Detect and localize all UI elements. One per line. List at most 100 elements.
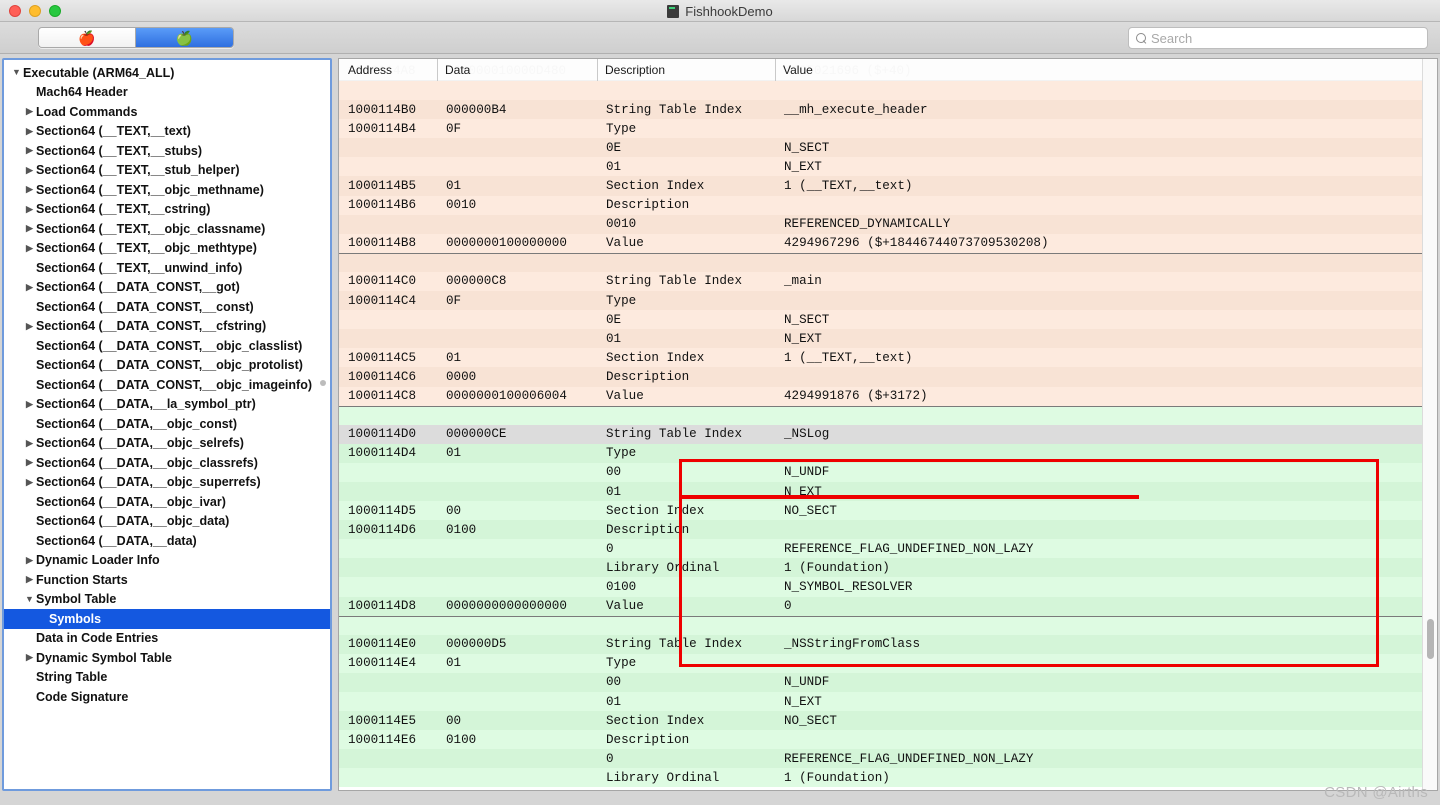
table-row[interactable]: [339, 252, 1437, 272]
table-row[interactable]: 0010 REFERENCED_DYNAMICALLY: [339, 214, 1437, 234]
table-scrollbar-thumb[interactable]: [1427, 619, 1434, 659]
chevron-right-icon[interactable]: ▶: [23, 321, 36, 331]
sidebar-item[interactable]: Section64 (__DATA,__objc_ivar): [4, 492, 330, 512]
search-field[interactable]: Search: [1128, 27, 1428, 49]
table-row[interactable]: 1000114D6 0100 Description: [339, 520, 1437, 540]
sidebar-item[interactable]: Section64 (__DATA_CONST,__objc_protolist…: [4, 356, 330, 376]
sidebar-scrollbar[interactable]: [317, 60, 328, 789]
chevron-right-icon[interactable]: ▶: [23, 477, 36, 487]
table-row[interactable]: [339, 615, 1437, 635]
table-vertical-scrollbar[interactable]: [1422, 59, 1437, 790]
minimize-window-button[interactable]: [29, 4, 41, 17]
maximize-window-button[interactable]: [49, 4, 61, 17]
sidebar-item[interactable]: ▶ Section64 (__DATA_CONST,__got): [4, 278, 330, 298]
table-row[interactable]: 1000114D8 0000000000000000 Value 0: [339, 596, 1437, 616]
chevron-right-icon[interactable]: ▶: [23, 653, 36, 662]
chevron-right-icon[interactable]: ▶: [23, 555, 36, 565]
table-body[interactable]: 1000114B0 000000B4 String Table Index __mh_…: [339, 81, 1437, 790]
sidebar-item[interactable]: ▶ Dynamic Symbol Table: [4, 648, 330, 668]
table-row[interactable]: 1000114C6 0000 Description: [339, 367, 1437, 387]
table-row[interactable]: 1000114C8 0000000100006004 Value 4294991876…: [339, 386, 1437, 406]
chevron-down-icon[interactable]: ▼: [10, 68, 23, 77]
table-header-cells[interactable]: Address Data Description Value: [339, 59, 1437, 81]
table-row[interactable]: Library Ordinal 1 (Foundation): [339, 768, 1437, 788]
sidebar-item[interactable]: Symbols: [4, 609, 330, 629]
table-row[interactable]: 0E N_SECT: [339, 138, 1437, 158]
chevron-right-icon[interactable]: ▶: [23, 204, 36, 214]
table-row[interactable]: 1000114B4 0F Type: [339, 119, 1437, 139]
sidebar-item[interactable]: ▶ Section64 (__TEXT,__objc_methtype): [4, 239, 330, 259]
column-header[interactable]: Description: [597, 59, 775, 81]
chevron-right-icon[interactable]: ▶: [23, 282, 36, 292]
table-row[interactable]: 1000114E6 0100 Description: [339, 730, 1437, 750]
view-mode-segmented-control[interactable]: 🍎 🍏: [38, 27, 234, 48]
table-row[interactable]: 0E N_SECT: [339, 310, 1437, 330]
table-row[interactable]: 1000114E0 000000D5 String Table Index _NSSt…: [339, 634, 1437, 654]
table-row[interactable]: Library Ordinal 1 (Foundation): [339, 558, 1437, 578]
table-row[interactable]: 1000114B0 000000B4 String Table Index __mh_…: [339, 100, 1437, 120]
sidebar-item[interactable]: ▶ Section64 (__TEXT,__cstring): [4, 200, 330, 220]
sidebar-item[interactable]: Mach64 Header: [4, 83, 330, 103]
sidebar-item[interactable]: ▶ Section64 (__DATA,__objc_classrefs): [4, 453, 330, 473]
sidebar-item[interactable]: Section64 (__DATA_CONST,__objc_classlist…: [4, 336, 330, 356]
close-window-button[interactable]: [9, 4, 21, 17]
table-row[interactable]: 0 REFERENCE_FLAG_UNDEFINED_NON_LAZY: [339, 539, 1437, 559]
table-row[interactable]: 1000114C5 01 Section Index 1 (__TEXT,__text…: [339, 348, 1437, 368]
chevron-right-icon[interactable]: ▶: [23, 107, 36, 116]
sidebar-item[interactable]: ▶ Section64 (__TEXT,__objc_classname): [4, 219, 330, 239]
chevron-right-icon[interactable]: ▶: [23, 185, 36, 194]
table-row[interactable]: 0 REFERENCE_FLAG_UNDEFINED_NON_LAZY: [339, 749, 1437, 769]
table-row[interactable]: 1000114B5 01 Section Index 1 (__TEXT,__text…: [339, 176, 1437, 196]
chevron-right-icon[interactable]: ▶: [23, 243, 36, 253]
sidebar-item[interactable]: ▼ Symbol Table: [4, 590, 330, 610]
table-row[interactable]: 01 N_EXT: [339, 692, 1437, 712]
table-row[interactable]: 1000114B6 0010 Description: [339, 195, 1437, 215]
sidebar-item[interactable]: ▶ Section64 (__TEXT,__objc_methname): [4, 180, 330, 200]
table-row[interactable]: 1000114D5 00 Section Index NO_SECT: [339, 501, 1437, 521]
sidebar-scrollbar-thumb[interactable]: [320, 380, 326, 386]
table-row[interactable]: 01 N_EXT: [339, 329, 1437, 349]
sidebar-item[interactable]: ▼ Executable (ARM64_ALL): [4, 63, 330, 83]
sidebar-item[interactable]: Section64 (__DATA_CONST,__const): [4, 297, 330, 317]
sidebar-item[interactable]: ▶ Dynamic Loader Info: [4, 551, 330, 571]
chevron-down-icon[interactable]: ▼: [23, 594, 36, 604]
chevron-right-icon[interactable]: ▶: [23, 165, 36, 175]
table-row[interactable]: 01 N_EXT: [339, 157, 1437, 177]
table-row[interactable]: 1000114B8 0000000100000000 Value 4294967296…: [339, 233, 1437, 253]
table-row[interactable]: 01 N_EXT: [339, 481, 1437, 502]
sidebar-item[interactable]: Data in Code Entries: [4, 629, 330, 649]
sidebar-item[interactable]: ▶ Function Starts: [4, 570, 330, 590]
sidebar-item[interactable]: ▶ Section64 (__DATA,__objc_selrefs): [4, 434, 330, 454]
table-row[interactable]: 1000114E5 00 Section Index NO_SECT: [339, 711, 1437, 731]
table-row[interactable]: 1000114C4 0F Type: [339, 291, 1437, 311]
sidebar-item[interactable]: String Table: [4, 668, 330, 688]
table-row[interactable]: 0100 N_SYMBOL_RESOLVER: [339, 577, 1437, 597]
file-structure-tree[interactable]: ▼ Executable (ARM64_ALL) Mach64 Header ▶ Loa…: [4, 60, 330, 707]
table-row[interactable]: 00 N_UNDF: [339, 462, 1437, 482]
column-header[interactable]: Data: [437, 59, 597, 81]
chevron-right-icon[interactable]: ▶: [23, 438, 36, 448]
chevron-right-icon[interactable]: ▶: [23, 458, 36, 467]
table-row[interactable]: [339, 81, 1437, 101]
sidebar-item[interactable]: ▶ Load Commands: [4, 102, 330, 122]
sidebar-item[interactable]: ▶ Section64 (__DATA_CONST,__cfstring): [4, 317, 330, 337]
sidebar-item[interactable]: Section64 (__DATA_CONST,__objc_imageinfo…: [4, 375, 330, 395]
segment-red-apple[interactable]: 🍎: [39, 28, 136, 47]
sidebar-item[interactable]: Section64 (__DATA,__objc_data): [4, 512, 330, 532]
chevron-right-icon[interactable]: ▶: [23, 575, 36, 584]
sidebar-item[interactable]: ▶ Section64 (__TEXT,__stubs): [4, 141, 330, 161]
sidebar-item[interactable]: Section64 (__DATA,__data): [4, 531, 330, 551]
column-header[interactable]: Value: [775, 59, 1437, 81]
table-row[interactable]: 1000114D4 01 Type: [339, 443, 1437, 463]
sidebar-item[interactable]: ▶ Section64 (__DATA,__objc_superrefs): [4, 473, 330, 493]
column-header[interactable]: Address: [339, 59, 437, 81]
chevron-right-icon[interactable]: ▶: [23, 146, 36, 155]
sidebar-item[interactable]: ▶ Section64 (__TEXT,__text): [4, 122, 330, 142]
table-row[interactable]: 00 N_UNDF: [339, 672, 1437, 692]
table-row[interactable]: 1000114E4 01 Type: [339, 653, 1437, 673]
chevron-right-icon[interactable]: ▶: [23, 224, 36, 233]
chevron-right-icon[interactable]: ▶: [23, 399, 36, 409]
table-row[interactable]: 1000114C0 000000C8 String Table Index _main: [339, 271, 1437, 292]
chevron-right-icon[interactable]: ▶: [23, 126, 36, 136]
sidebar-item[interactable]: ▶ Section64 (__DATA,__la_symbol_ptr): [4, 395, 330, 415]
